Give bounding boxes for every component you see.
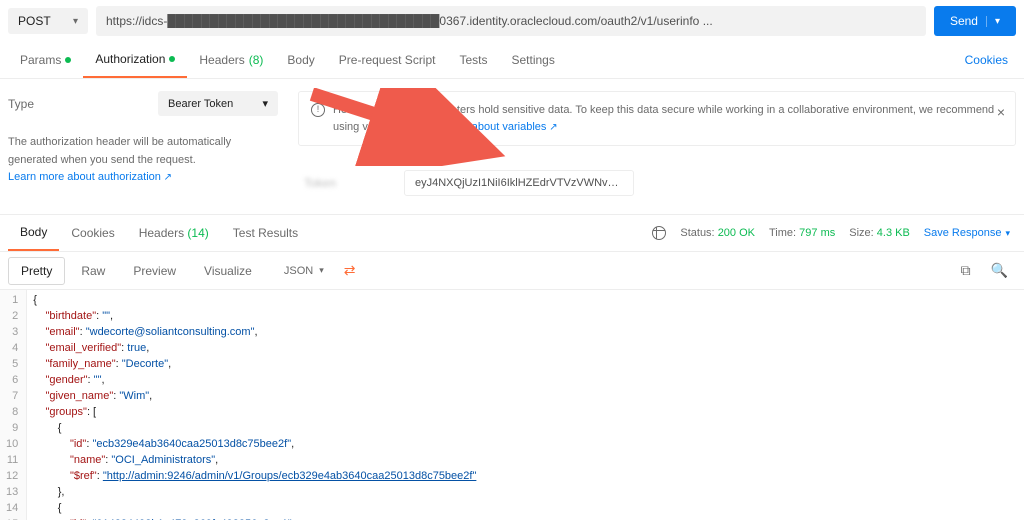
copy-icon[interactable]: ⧉ [953, 256, 979, 285]
learn-more-auth-link[interactable]: Learn more about authorization [8, 171, 172, 183]
view-visualize[interactable]: Visualize [192, 258, 264, 284]
tab-body[interactable]: Body [275, 43, 326, 77]
cookies-link[interactable]: Cookies [957, 43, 1016, 77]
send-button[interactable]: Send ▾ [934, 6, 1016, 36]
auth-help-text: The authorization header will be automat… [8, 134, 278, 187]
view-raw[interactable]: Raw [69, 258, 117, 284]
view-preview[interactable]: Preview [121, 258, 188, 284]
token-row: Token eyJ4NXQjUzI1NiI6IklHZEdrVTVzVWNvTF… [298, 170, 1016, 196]
tab-response-headers[interactable]: Headers (14) [127, 216, 221, 250]
status-dot-icon [169, 56, 175, 62]
learn-more-variables-link[interactable]: Learn more about variables [413, 121, 558, 133]
line-gutter: 123456789101112131415161718 [0, 290, 27, 520]
globe-icon[interactable] [652, 226, 666, 240]
tab-response-cookies[interactable]: Cookies [59, 216, 126, 250]
send-button-label: Send [950, 14, 978, 28]
wrap-lines-icon[interactable]: ⇄ [338, 258, 362, 283]
close-icon[interactable]: × [997, 102, 1005, 123]
info-icon: ! [311, 103, 325, 117]
sensitive-data-info: ! Heads up! These parameters hold sensit… [298, 91, 1016, 146]
tab-response-body[interactable]: Body [8, 215, 59, 251]
request-url-bar: POST ▾ Send ▾ [0, 0, 1024, 42]
tab-params[interactable]: Params [8, 43, 83, 77]
tab-tests[interactable]: Tests [447, 43, 499, 77]
auth-right-col: ! Heads up! These parameters hold sensit… [298, 91, 1016, 196]
code-lines: { "birthdate": "", "email": "wdecorte@so… [27, 290, 483, 520]
tab-prerequest[interactable]: Pre-request Script [327, 43, 448, 77]
authorization-panel: Type Bearer Token ▾ The authorization he… [0, 79, 1024, 215]
chevron-down-icon: ▾ [1005, 228, 1010, 239]
url-input-wrap [96, 6, 926, 36]
response-body-toolbar: Pretty Raw Preview Visualize JSON ▾ ⇄ ⧉ … [0, 252, 1024, 290]
chevron-down-icon: ▾ [319, 265, 324, 276]
auth-type-select[interactable]: Bearer Token ▾ [158, 91, 278, 116]
tab-headers[interactable]: Headers (8) [187, 43, 275, 77]
size-value: 4.3 KB [877, 227, 910, 239]
auth-type-label: Type [8, 97, 34, 111]
token-label: Token [304, 176, 364, 190]
auth-type-value: Bearer Token [168, 98, 233, 110]
save-response-button[interactable]: Save Response ▾ [924, 227, 1010, 239]
status-dot-icon [65, 57, 71, 63]
request-tabs: Params Authorization Headers (8) Body Pr… [0, 42, 1024, 79]
tab-response-testresults[interactable]: Test Results [221, 216, 310, 250]
response-tabs: Body Cookies Headers (14) Test Results S… [0, 215, 1024, 252]
view-pretty[interactable]: Pretty [8, 257, 65, 285]
http-method-value: POST [18, 14, 51, 28]
tab-settings[interactable]: Settings [500, 43, 567, 77]
tab-authorization[interactable]: Authorization [83, 42, 187, 78]
chevron-down-icon: ▾ [73, 16, 78, 27]
format-select[interactable]: JSON ▾ [274, 259, 334, 283]
status-value: 200 OK [718, 227, 755, 239]
search-icon[interactable]: 🔍 [983, 256, 1016, 285]
token-input[interactable]: eyJ4NXQjUzI1NiI6IklHZEdrVTVzVWNvTFM1... [404, 170, 634, 196]
http-method-select[interactable]: POST ▾ [8, 8, 88, 34]
response-body[interactable]: 123456789101112131415161718 { "birthdate… [0, 290, 1024, 520]
chevron-down-icon[interactable]: ▾ [986, 16, 1000, 27]
response-meta: Status: 200 OK Time: 797 ms Size: 4.3 KB… [652, 226, 1016, 240]
time-value: 797 ms [799, 227, 835, 239]
auth-left-col: Type Bearer Token ▾ The authorization he… [8, 91, 278, 196]
chevron-down-icon: ▾ [262, 97, 268, 110]
url-input[interactable] [96, 6, 926, 36]
